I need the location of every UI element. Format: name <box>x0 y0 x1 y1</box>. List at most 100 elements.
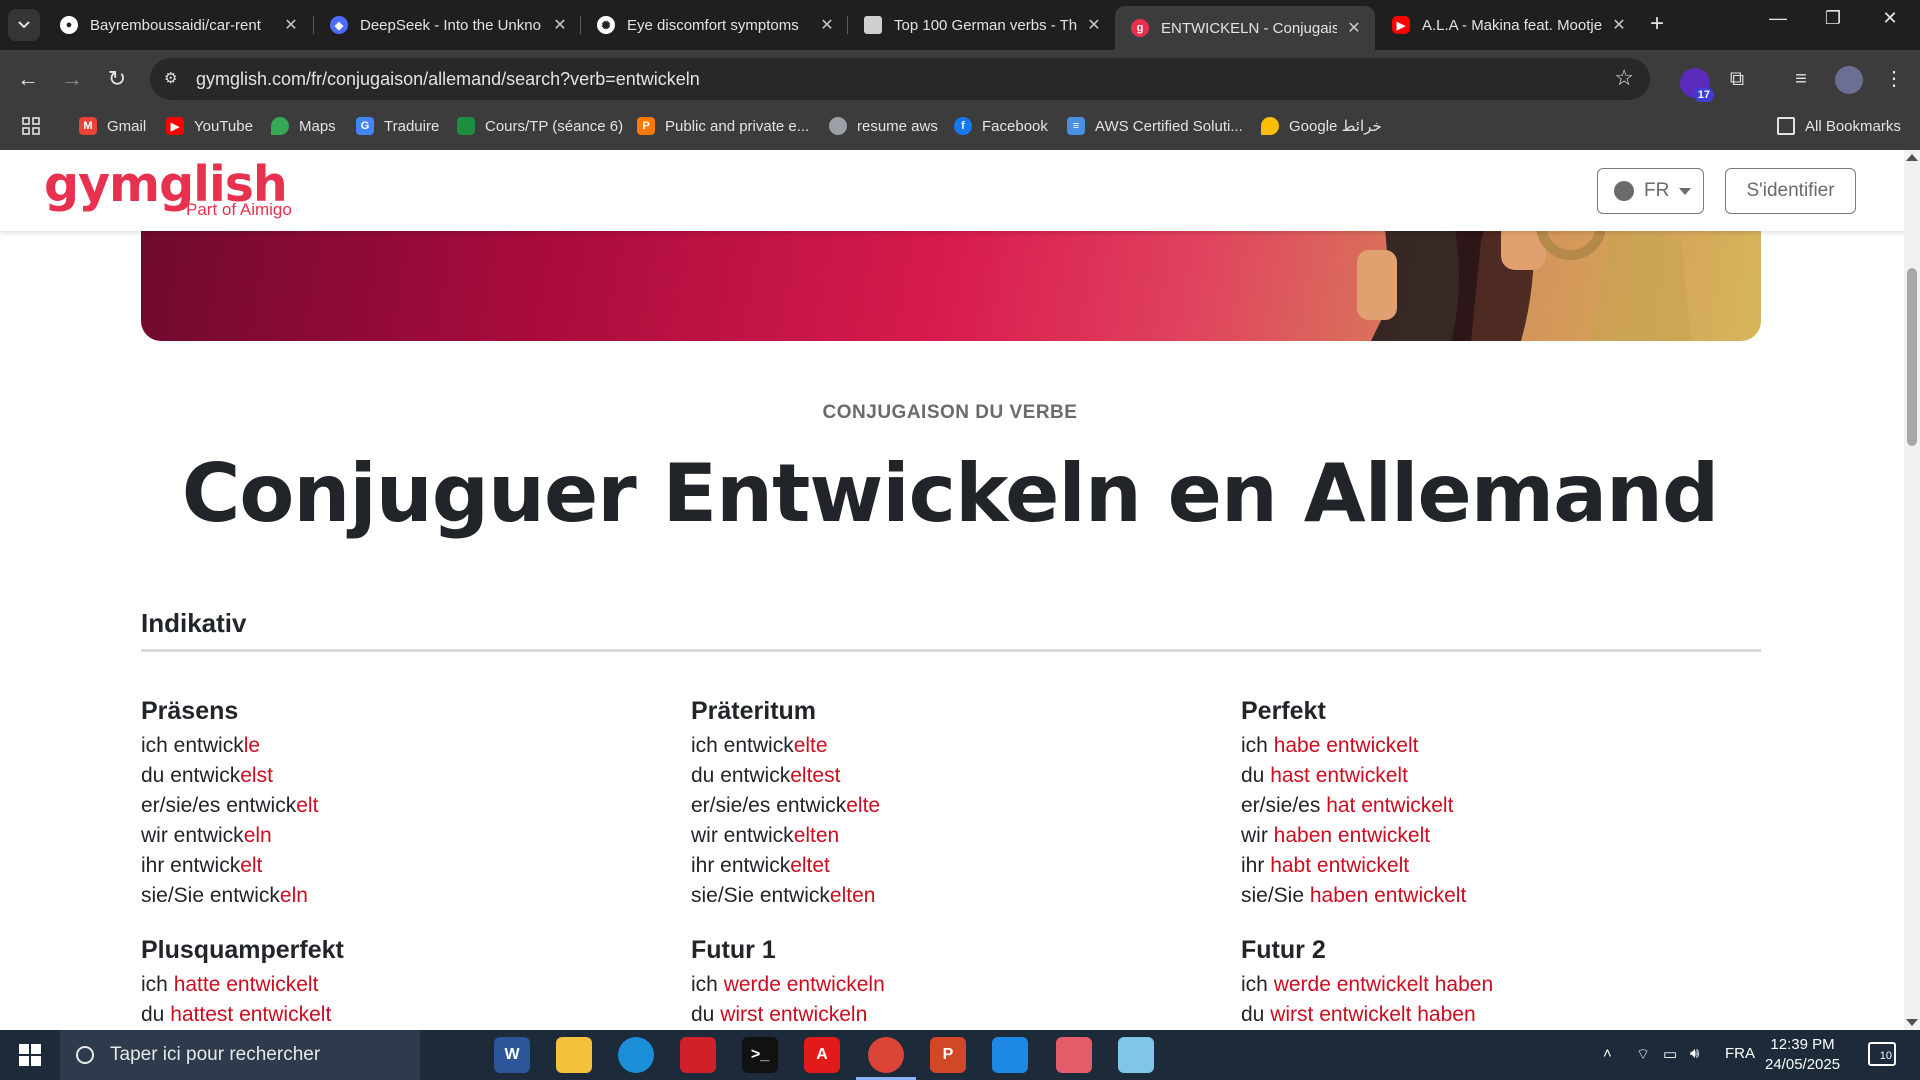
close-icon[interactable]: ✕ <box>282 15 300 35</box>
scrollbar-thumb[interactable] <box>1907 268 1917 446</box>
scroll-up-arrow-icon[interactable] <box>1906 154 1918 161</box>
back-icon[interactable]: ← <box>12 63 44 95</box>
close-icon[interactable]: ✕ <box>551 15 569 35</box>
extension-icon[interactable]: 17 <box>1680 68 1714 102</box>
new-tab-button[interactable]: + <box>1650 11 1664 37</box>
snipping-icon[interactable] <box>1056 1037 1092 1073</box>
notepad-icon[interactable] <box>1118 1037 1154 1073</box>
tab-1[interactable]: ◆ DeepSeek - Into the Unkno ✕ <box>314 6 581 44</box>
tab-2[interactable]: ✺ Eye discomfort symptoms ✕ <box>581 6 848 44</box>
page-scrollbar[interactable] <box>1904 150 1920 1030</box>
bookmark-label: Public and private e... <box>665 117 810 135</box>
bookmark-google-maps-ar[interactable]: Google خرائط <box>1261 117 1382 135</box>
tab-title: ENTWICKELN - Conjugaiso <box>1161 19 1337 37</box>
bookmark-traduire[interactable]: G Traduire <box>356 117 439 135</box>
terminal-icon[interactable]: >_ <box>742 1037 778 1073</box>
reload-icon[interactable]: ↻ <box>101 63 133 95</box>
bookmark-resume-aws[interactable]: resume aws <box>829 117 938 135</box>
taskbar-search[interactable]: Taper ici pour rechercher <box>60 1030 420 1080</box>
tab-title: Bayremboussaidi/car-rent <box>90 16 261 34</box>
conjugation-row: wir entwickeln <box>141 824 272 847</box>
conjugation-row: ich hatte entwickelt <box>141 973 319 996</box>
bookmark-label: YouTube <box>194 117 253 135</box>
bookmark-gmail[interactable]: M Gmail <box>79 117 146 135</box>
bookmark-youtube[interactable]: ▶ YouTube <box>166 117 253 135</box>
notification-center-icon[interactable]: 10 <box>1868 1042 1896 1066</box>
deepseek-icon: ◆ <box>330 16 348 34</box>
address-bar[interactable]: ⚙ gymglish.com/fr/conjugaison/allemand/s… <box>150 58 1650 100</box>
language-indicator[interactable]: FRA <box>1725 1045 1755 1062</box>
close-icon[interactable]: ✕ <box>1610 15 1628 35</box>
acrobat-icon[interactable]: A <box>804 1037 840 1073</box>
close-icon[interactable]: ✕ <box>818 15 836 35</box>
bookmark-maps[interactable]: Maps <box>271 117 336 135</box>
powerpoint-icon[interactable]: P <box>930 1037 966 1073</box>
menu-kebab-icon[interactable]: ⋮ <box>1879 64 1909 94</box>
conjugation-row: du entwickeltest <box>691 764 841 787</box>
profile-avatar[interactable] <box>1835 66 1863 94</box>
language-selector[interactable]: FR <box>1597 168 1704 214</box>
app-red-icon[interactable] <box>680 1037 716 1073</box>
bookmark-public-private[interactable]: P Public and private e... <box>637 117 809 135</box>
section-eyebrow: CONJUGAISON DU VERBE <box>822 402 1078 423</box>
start-button[interactable] <box>0 1030 60 1080</box>
conjugation-row: du hast entwickelt <box>1241 764 1408 787</box>
browser-toolbar: ← → ↻ ⚙ gymglish.com/fr/conjugaison/alle… <box>0 50 1920 108</box>
bookmark-cours-tp[interactable]: Cours/TP (séance 6) <box>457 117 623 135</box>
close-window-icon[interactable]: ✕ <box>1870 8 1910 29</box>
minimize-icon[interactable]: — <box>1758 8 1798 29</box>
tab-search-button[interactable] <box>8 9 40 41</box>
taskbar-search-placeholder: Taper ici pour rechercher <box>110 1044 321 1065</box>
site-info-icon[interactable]: ⚙ <box>164 69 184 89</box>
media-control-icon[interactable]: ≡ <box>1786 64 1816 94</box>
globe-icon <box>829 117 847 135</box>
bookmark-label: Traduire <box>384 117 440 135</box>
system-clock[interactable]: 12:39 PM 24/05/2025 <box>1765 1035 1840 1075</box>
all-bookmarks[interactable]: All Bookmarks <box>1777 117 1901 135</box>
conjugation-row: wir haben entwickelt <box>1241 824 1431 847</box>
tab-3[interactable]: Top 100 German verbs - Th ✕ <box>848 6 1115 44</box>
bookmark-aws-certified[interactable]: ≡ AWS Certified Soluti... <box>1067 117 1243 135</box>
task-view-icon[interactable] <box>430 1037 466 1073</box>
windows-taskbar: Taper ici pour rechercher W >_ A P ˄ ⌔ ▭ 🔊︎… <box>0 1030 1920 1080</box>
conjugation-row: er/sie/es hat entwickelt <box>1241 794 1454 817</box>
conjugation-row: er/sie/es entwickelt <box>141 794 319 817</box>
bookmark-facebook[interactable]: f Facebook <box>954 117 1048 135</box>
edge-icon[interactable] <box>618 1037 654 1073</box>
restore-icon[interactable]: ❐ <box>1813 8 1853 29</box>
tray-chevron-icon[interactable]: ˄ <box>1603 1045 1612 1062</box>
word-icon[interactable]: W <box>494 1037 530 1073</box>
scroll-down-arrow-icon[interactable] <box>1906 1019 1918 1026</box>
maps-icon <box>271 117 289 135</box>
bookmark-label: Gmail <box>107 117 147 135</box>
mood-heading: Indikativ <box>141 608 247 638</box>
extensions-puzzle-icon[interactable]: ⧉ <box>1722 64 1752 94</box>
photos-icon[interactable] <box>992 1037 1028 1073</box>
tab-5[interactable]: ▶ A.L.A - Makina feat. Mootje ✕ <box>1376 6 1640 44</box>
divider <box>141 649 1761 652</box>
volume-icon[interactable]: 🔊︎ <box>1690 1045 1699 1062</box>
wifi-icon[interactable]: ⌔ <box>1636 1045 1650 1064</box>
tab-4-active[interactable]: g ENTWICKELN - Conjugaiso ✕ <box>1115 6 1375 50</box>
bookmark-label: AWS Certified Soluti... <box>1095 117 1243 135</box>
chrome-icon[interactable] <box>856 1037 916 1080</box>
tab-0[interactable]: ● Bayremboussaidi/car-rent ✕ <box>44 6 312 44</box>
conjugation-row: ich entwickle <box>141 734 261 757</box>
chatgpt-icon: ✺ <box>597 16 615 34</box>
language-label: FR <box>1644 180 1670 201</box>
file-explorer-icon[interactable] <box>556 1037 592 1073</box>
url-text[interactable]: gymglish.com/fr/conjugaison/allemand/sea… <box>196 69 700 90</box>
bookmark-label: Maps <box>299 117 336 135</box>
page-title: Conjuguer Entwickeln en Allemand <box>181 447 1720 540</box>
conjugation-row: ihr habt entwickelt <box>1241 854 1410 877</box>
apps-grid-icon[interactable] <box>22 117 40 135</box>
bookmark-star-icon[interactable]: ☆ <box>1614 65 1634 91</box>
close-icon[interactable]: ✕ <box>1345 18 1363 38</box>
login-button[interactable]: S'identifier <box>1725 168 1856 214</box>
tab-title: Top 100 German verbs - Th <box>894 16 1077 34</box>
forward-icon[interactable]: → <box>56 63 88 95</box>
conjugation-row: ich werde entwickelt haben <box>1241 973 1494 996</box>
battery-icon[interactable]: ▭ <box>1663 1045 1677 1063</box>
tense-title: Perfekt <box>1241 697 1326 725</box>
close-icon[interactable]: ✕ <box>1085 15 1103 35</box>
